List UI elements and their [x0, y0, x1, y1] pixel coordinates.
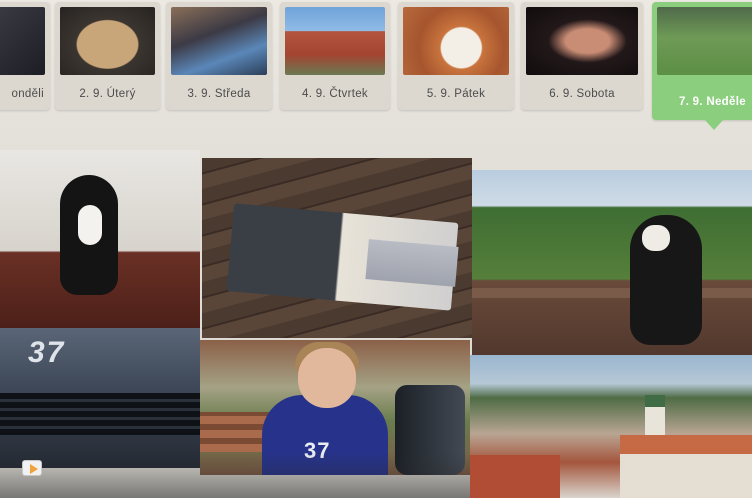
photo-town-view[interactable] — [470, 355, 752, 498]
roof-shape — [470, 455, 560, 498]
play-icon[interactable] — [22, 460, 42, 476]
church-tower — [645, 395, 665, 435]
day-tab-sunday[interactable]: 7. 9. Neděle — [652, 2, 752, 130]
photo-book-on-table[interactable] — [202, 158, 472, 338]
day-tab-wednesday[interactable]: 3. 9. Středa — [166, 2, 272, 110]
day-thumbnail — [60, 7, 155, 75]
day-label: 7. 9. Neděle — [679, 96, 746, 108]
girl-head — [298, 348, 356, 408]
day-thumbnail — [285, 7, 385, 75]
cat-chest-shape — [78, 205, 102, 245]
car-number: 37 — [28, 336, 66, 369]
day-tab-thursday[interactable]: 4. 9. Čtvrtek — [280, 2, 390, 110]
day-label: 6. 9. Sobota — [549, 88, 615, 100]
day-label: 5. 9. Pátek — [426, 88, 486, 100]
book-cover — [365, 239, 459, 287]
photo-cat-on-bench[interactable] — [0, 150, 200, 333]
day-thumbnail — [657, 7, 752, 75]
day-thumbnail — [171, 7, 267, 75]
balcony-rail — [472, 288, 752, 298]
photo-cat-on-balcony[interactable] — [472, 170, 752, 368]
day-label: 2. 9. Úterý — [79, 88, 136, 100]
day-label: 4. 9. Čtvrtek — [302, 88, 368, 100]
active-tab-pointer — [704, 119, 724, 130]
cat-face-shape — [642, 225, 670, 251]
backpack-shape — [395, 385, 465, 475]
photo-grid: 37 37 — [0, 150, 752, 498]
day-thumbnail — [0, 7, 45, 75]
day-tab-monday[interactable]: onděli — [0, 2, 50, 110]
day-label: 3. 9. Středa — [187, 88, 251, 100]
day-navigation: onděli 2. 9. Úterý 3. 9. Středa 4. 9. Čt… — [0, 0, 752, 140]
shirt-number: 37 — [304, 438, 331, 463]
day-label: onděli — [11, 88, 44, 100]
roof-shape — [620, 435, 752, 498]
photo-girl-on-bench[interactable]: 37 — [200, 340, 470, 475]
car-grill — [0, 393, 200, 435]
photo-car-hood[interactable]: 37 — [0, 328, 200, 468]
photo-gallery-screen: onděli 2. 9. Úterý 3. 9. Středa 4. 9. Čt… — [0, 0, 752, 498]
day-thumbnail — [526, 7, 638, 75]
day-tab-friday[interactable]: 5. 9. Pátek — [398, 2, 514, 110]
day-tab-saturday[interactable]: 6. 9. Sobota — [521, 2, 643, 110]
day-thumbnail — [403, 7, 509, 75]
day-tab-tuesday[interactable]: 2. 9. Úterý — [55, 2, 160, 110]
